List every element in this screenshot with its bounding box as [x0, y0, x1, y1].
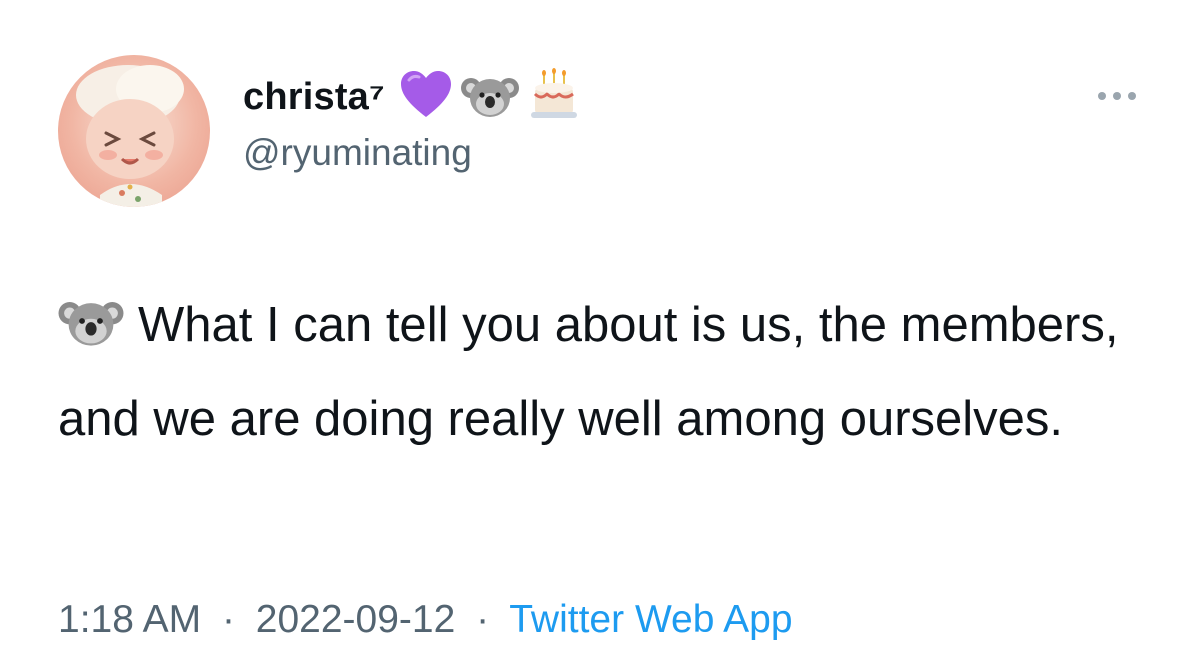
- tweet-meta: 1:18 AM · 2022-09-12 · Twitter Web App: [58, 598, 793, 642]
- koala-icon: [460, 70, 519, 125]
- avatar[interactable]: [58, 55, 210, 207]
- purple-heart-icon: [399, 70, 453, 125]
- display-name[interactable]: christa⁷: [243, 76, 385, 119]
- koala-icon: [58, 290, 124, 376]
- tweet-time[interactable]: 1:18 AM: [58, 598, 201, 641]
- tweet-date[interactable]: 2022-09-12: [256, 598, 456, 641]
- more-horizontal-icon: [1098, 92, 1136, 100]
- avatar-illustration: [76, 65, 184, 207]
- more-options-button[interactable]: [1094, 84, 1140, 108]
- birthday-cake-icon: [527, 67, 581, 127]
- tweet-source-link[interactable]: Twitter Web App: [509, 598, 792, 641]
- author-handle[interactable]: @ryuminating: [243, 132, 472, 174]
- meta-separator: ·: [476, 598, 490, 641]
- tweet-text-content: What I can tell you about is us, the mem…: [58, 298, 1119, 446]
- meta-separator: ·: [221, 598, 235, 641]
- tweet-text: What I can tell you about is us, the mem…: [58, 282, 1158, 462]
- author-name-row[interactable]: christa⁷: [243, 67, 581, 127]
